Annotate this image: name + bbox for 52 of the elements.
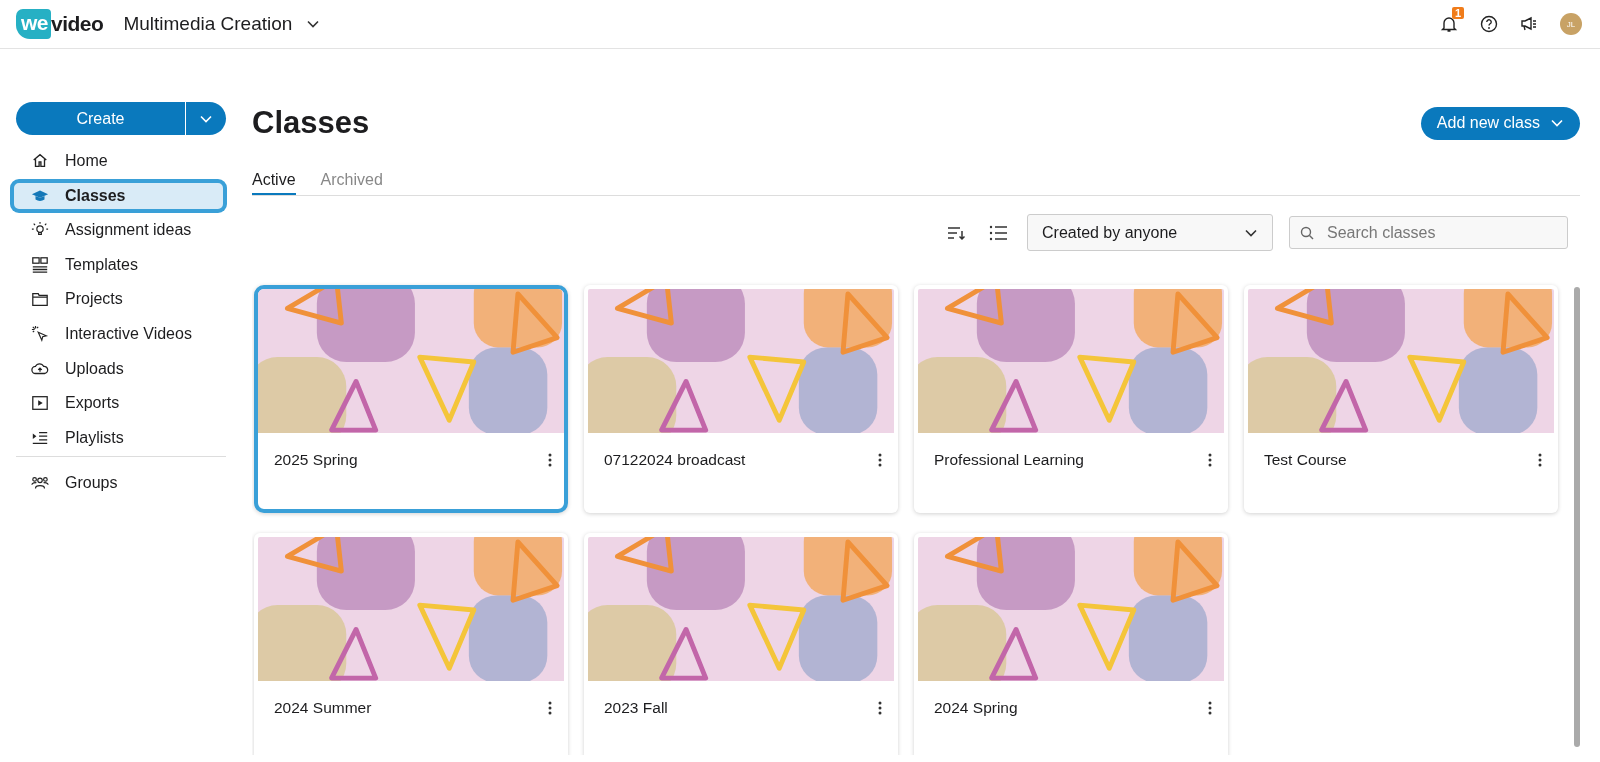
wevideo-logo[interactable]: wevideo [16,9,104,39]
kebab-menu-icon [878,701,882,715]
more-options-button[interactable] [546,451,554,469]
nav-item[interactable]: Interactive Videos [11,317,226,350]
notification-badge: 1 [1451,7,1464,19]
cursor-click-icon [31,324,49,343]
nav-item[interactable]: Assignment ideas [11,214,226,247]
folder-icon [31,290,49,309]
workspace-selector[interactable]: Multimedia Creation [123,13,321,35]
help-icon[interactable] [1480,15,1498,33]
more-options-button[interactable] [1206,451,1214,469]
nav-item[interactable]: Playlists [11,421,226,454]
kebab-menu-icon [1208,701,1212,715]
class-title: 2023 Fall [604,699,668,717]
sort-icon [947,224,965,241]
search-field[interactable]: Search classes [1289,216,1568,249]
class-title: Professional Learning [934,451,1084,469]
tab[interactable]: Archived [320,165,383,195]
list-icon [989,224,1007,241]
class-title: 2024 Summer [274,699,372,717]
more-options-button[interactable] [546,699,554,717]
creator-filter-dropdown[interactable]: Created by anyone [1027,214,1273,251]
home-icon [31,152,49,170]
kebab-menu-icon [1538,453,1542,467]
bell-icon[interactable] [1440,15,1458,33]
play-box-icon [31,394,49,413]
megaphone-icon[interactable] [1520,15,1538,33]
nav-item[interactable]: Classes [11,179,226,212]
nav-item[interactable]: Home [11,145,226,177]
class-title: 2025 Spring [274,451,358,469]
nav-item[interactable]: Templates [11,248,226,281]
class-title: 07122024 broadcast [604,451,746,469]
kebab-menu-icon [548,453,552,467]
scrollbar[interactable] [1574,287,1580,747]
nav-item[interactable]: Exports [11,387,226,420]
kebab-menu-icon [548,701,552,715]
more-options-button[interactable] [1536,451,1544,469]
class-card[interactable]: 2025 Spring [254,285,568,513]
nav-item[interactable]: Projects [11,283,226,316]
templates-icon [31,255,49,274]
nav-item[interactable]: Groups [11,467,226,500]
page-title: Classes [252,105,370,141]
kebab-menu-icon [878,453,882,467]
class-title: 2024 Spring [934,699,1018,717]
add-class-button[interactable]: Add new class [1420,106,1580,140]
more-options-button[interactable] [1206,699,1214,717]
kebab-menu-icon [1208,453,1212,467]
more-options-button[interactable] [876,451,884,469]
nav-item[interactable]: Uploads [11,352,226,385]
tab[interactable]: Active [252,165,296,195]
more-options-button[interactable] [876,699,884,717]
class-title: Test Course [1264,451,1347,469]
